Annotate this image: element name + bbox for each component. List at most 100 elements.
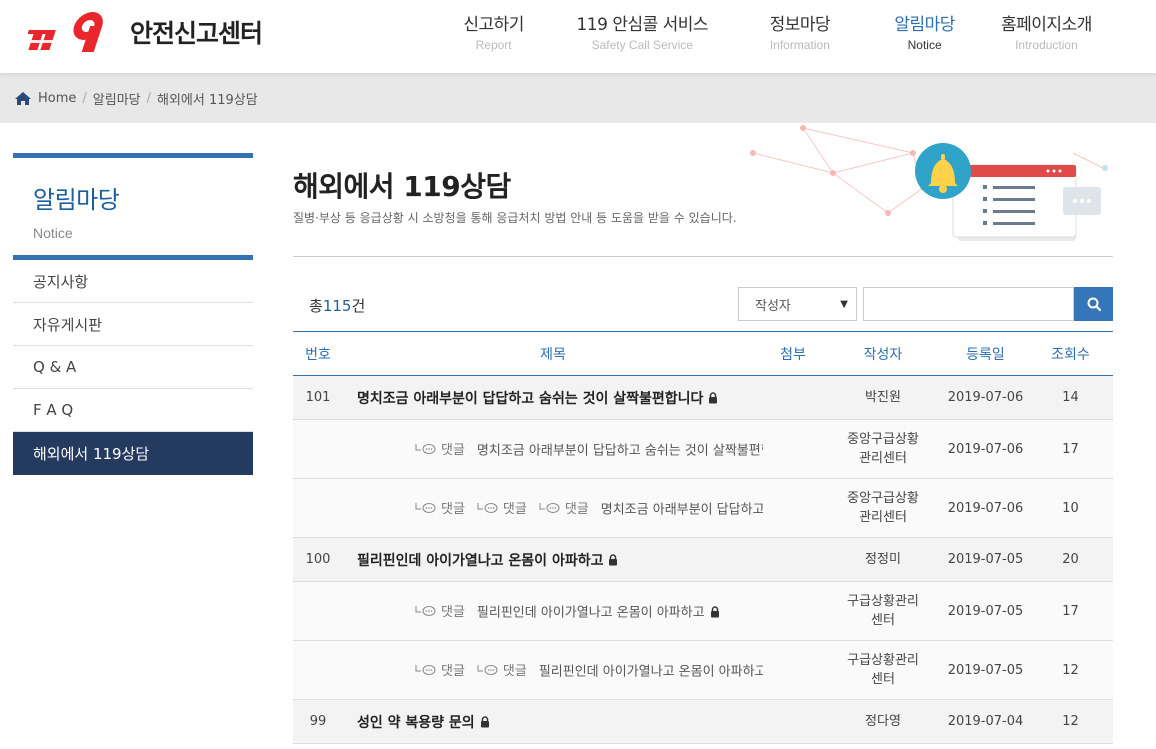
subject-text[interactable]: 필리핀인데 아이가열나고 온몸이 아파하고	[357, 553, 603, 569]
breadcrumb-home[interactable]: Home	[38, 91, 76, 106]
reply-row[interactable]: 댓글 댓글 필리핀인데 아이가열나고 온몸이 아파하고 구급상황관리 센터 2019-07…	[293, 640, 1113, 700]
col-writer: 작성자	[863, 346, 903, 363]
search-field-select[interactable]: 작성자 ▼	[738, 287, 857, 321]
reply-row[interactable]: 댓글 명치조금 아래부분이 답답하고 숨쉬는 것이 살짝불편합니다 중앙구급상황관리…	[293, 419, 1113, 479]
writer-line: 관리센터	[859, 451, 907, 466]
breadcrumb-notice[interactable]: 알림마당	[93, 89, 141, 108]
reply-label: 댓글	[441, 502, 465, 518]
reply-icon	[415, 605, 436, 616]
nav-label: 정보마당	[769, 15, 831, 35]
row-subject[interactable]: 댓글 필리핀인데 아이가열나고 온몸이 아파하고	[343, 581, 763, 641]
notice-illustration	[750, 125, 1108, 241]
row-subject[interactable]: 성인 약 복용량 문의	[343, 699, 763, 744]
nav-notice[interactable]: 알림마당 Notice	[872, 10, 976, 52]
reply-label: 댓글	[564, 502, 589, 518]
col-attachment: 첨부	[780, 346, 806, 363]
reply-label: 댓글	[502, 502, 527, 518]
col-number: 번호	[305, 346, 331, 363]
nav-sublabel: Introduction	[1015, 38, 1078, 52]
sidebar-title: 알림마당	[33, 186, 120, 214]
nav-introduction[interactable]: 홈페이지소개 Introduction	[977, 10, 1116, 52]
writer-line: 정정미	[865, 552, 901, 567]
search-input[interactable]	[863, 287, 1074, 321]
row-views: 12	[1028, 640, 1113, 700]
row-subject[interactable]: 필리핀인데 아이가열나고 온몸이 아파하고	[343, 537, 763, 582]
col-subject: 제목	[540, 346, 566, 363]
row-attachment	[763, 537, 823, 582]
row-subject[interactable]: 댓글 댓글 댓글 명치조금 아래부분이 답답하고 숨…	[343, 478, 763, 538]
row-date: 2019-07-06	[943, 478, 1028, 538]
nav-sublabel: Safety Call Service	[591, 38, 693, 52]
nav-sublabel: Report	[475, 38, 512, 52]
sidebar-header: 알림마당 Notice	[13, 153, 253, 260]
nav-report[interactable]: 신고하기 Report	[430, 10, 557, 52]
reply-icon	[477, 502, 498, 513]
subject-text[interactable]: 명치조금 아래부분이 답답하고 숨쉬는 것이 살짝불편합니다	[357, 391, 703, 407]
total-prefix: 총	[309, 297, 323, 315]
subject-text[interactable]: 성인 약 복용량 문의	[357, 715, 475, 731]
reply-icon	[539, 502, 560, 513]
writer-line: 센터	[871, 613, 895, 628]
row-subject[interactable]: 댓글 명치조금 아래부분이 답답하고 숨쉬는 것이 살짝불편합니다	[343, 419, 763, 479]
title-divider	[293, 256, 1113, 257]
row-date: 2019-07-05	[943, 581, 1028, 641]
row-number	[293, 478, 343, 538]
logo-text: 안전신고센터	[130, 19, 263, 48]
writer-line: 센터	[871, 672, 895, 687]
subject-text[interactable]: 명치조금 아래부분이 답답하고 숨쉬는 것이 살짝불편합니다	[477, 444, 763, 459]
row-number	[293, 581, 343, 641]
table-row[interactable]: 101 명치조금 아래부분이 답답하고 숨쉬는 것이 살짝불편합니다 박진원 2019…	[293, 375, 1113, 420]
writer-line: 중앙구급상황	[847, 432, 919, 447]
row-writer: 정다영	[823, 699, 943, 744]
row-date: 2019-07-05	[943, 640, 1028, 700]
row-attachment	[763, 699, 823, 744]
consultation-table: 번호 제목 첨부 작성자 등록일 조회수 101 명치조금 아래부분이 답답하고 …	[293, 331, 1113, 744]
row-subject[interactable]: 댓글 댓글 필리핀인데 아이가열나고 온몸이 아파하고	[343, 640, 763, 700]
bell-icon	[915, 143, 971, 199]
nav-information[interactable]: 정보마당 Information	[727, 10, 872, 52]
table-row[interactable]: 99 성인 약 복용량 문의 정다영 2019-07-04 12	[293, 699, 1113, 744]
writer-line: 관리센터	[859, 510, 907, 525]
sidebar-item-faq[interactable]: F A Q	[13, 389, 253, 432]
reply-marker: 댓글	[415, 439, 465, 458]
reply-marker: 댓글	[477, 498, 527, 517]
row-date: 2019-07-06	[943, 419, 1028, 479]
row-number	[293, 640, 343, 700]
row-subject[interactable]: 명치조금 아래부분이 답답하고 숨쉬는 것이 살짝불편합니다	[343, 375, 763, 420]
nav-safety-call[interactable]: 119 안심콜 서비스 Safety Call Service	[557, 10, 727, 52]
sidebar-menu: 공지사항 자유게시판 Q & A F A Q 해외에서 119상담	[13, 260, 253, 475]
reply-icon	[415, 443, 436, 454]
site-logo[interactable]: 안전신고센터	[28, 6, 263, 58]
sidebar-item-free-board[interactable]: 자유게시판	[13, 303, 253, 346]
search-icon	[1087, 297, 1101, 311]
main-nav: 신고하기 Report 119 안심콜 서비스 Safety Call Serv…	[430, 10, 1116, 52]
home-icon[interactable]	[14, 91, 32, 106]
reply-marker: 댓글	[415, 498, 465, 517]
logo-119-icon	[28, 12, 103, 52]
sidebar: 알림마당 Notice 공지사항 자유게시판 Q & A F A Q 해외에서 …	[13, 153, 253, 475]
sidebar-item-notices[interactable]: 공지사항	[13, 260, 253, 303]
lock-icon	[709, 391, 718, 403]
search-button[interactable]	[1074, 287, 1113, 321]
table-row[interactable]: 100 필리핀인데 아이가열나고 온몸이 아파하고 정정미 2019-07-05 20	[293, 537, 1113, 582]
row-date: 2019-07-06	[943, 375, 1028, 420]
reply-row[interactable]: 댓글 필리핀인데 아이가열나고 온몸이 아파하고 구급상황관리 센터 2019-07-0…	[293, 581, 1113, 641]
nav-label: 알림마당	[894, 15, 955, 35]
breadcrumb-separator: /	[146, 90, 152, 106]
subject-text[interactable]: 필리핀인데 아이가열나고 온몸이 아파하고	[539, 665, 763, 680]
reply-row[interactable]: 댓글 댓글 댓글 명치조금 아래부분이 답답하고 숨… 중앙구급상황관리센터 2019-0…	[293, 478, 1113, 538]
row-attachment	[763, 640, 823, 700]
writer-line: 박진원	[865, 390, 901, 405]
page-title: 해외에서 119상담	[293, 170, 511, 203]
sidebar-item-qna[interactable]: Q & A	[13, 346, 253, 389]
row-views: 14	[1028, 375, 1113, 420]
sidebar-item-overseas-119[interactable]: 해외에서 119상담	[13, 432, 253, 475]
writer-line: 중앙구급상황	[847, 491, 919, 506]
writer-line: 정다영	[865, 714, 901, 729]
page-description: 질병·부상 등 응급상황 시 소방청을 통해 응급처치 방법 안내 등 도움을 …	[293, 211, 737, 225]
subject-text[interactable]: 필리핀인데 아이가열나고 온몸이 아파하고	[477, 606, 705, 621]
subject-text[interactable]: 명치조금 아래부분이 답답하고 숨…	[601, 503, 763, 518]
row-date: 2019-07-05	[943, 537, 1028, 582]
lock-icon	[710, 606, 719, 618]
lock-icon	[609, 553, 618, 565]
